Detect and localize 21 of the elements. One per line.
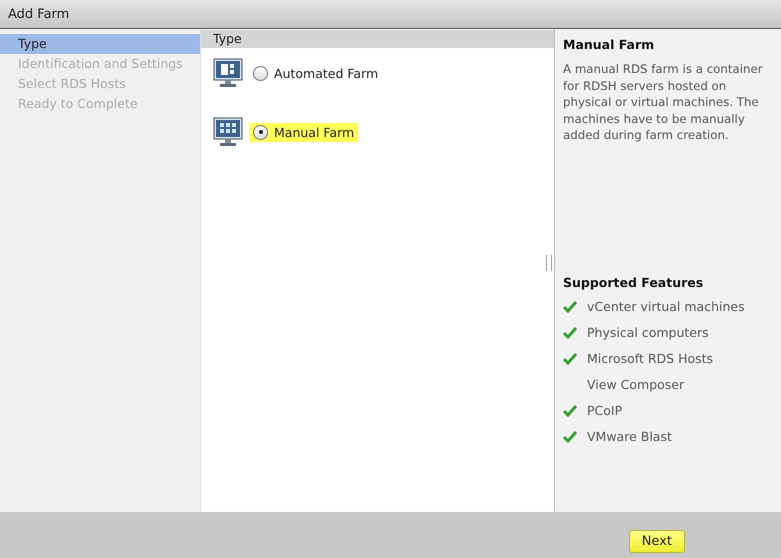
panel-header-title: Type [213, 31, 242, 46]
step-item: Select RDS Hosts [17, 75, 127, 93]
feature-label: Microsoft RDS Hosts [587, 351, 714, 366]
resize-handle[interactable] [546, 255, 552, 271]
step-item[interactable]: Type [0, 34, 200, 54]
monitor-icon [213, 58, 243, 88]
step-item: Ready to Complete [17, 95, 139, 113]
info-description: A manual RDS farm is a container for RDSH servers hosted on physical or virtual machines. The machines have to be manually added during farm creation. [563, 61, 764, 144]
feature-label: PCoIP [587, 403, 622, 418]
monitor-icon [213, 117, 243, 147]
feature-label: vCenter virtual machines [587, 299, 745, 314]
feature-label: Physical computers [587, 325, 709, 340]
next-button[interactable]: Next [628, 530, 685, 553]
feature-label: View Composer [587, 377, 684, 392]
feature-label: VMware Blast [587, 429, 672, 444]
farm-type-radio[interactable]: Automated Farm [249, 64, 382, 82]
farm-type-radio[interactable]: Manual Farm [249, 122, 358, 142]
features-title: Supported Features [563, 274, 704, 290]
info-title: Manual Farm [563, 37, 656, 52]
step-item: Identification and Settings [17, 55, 184, 73]
window-title: Add Farm [8, 6, 70, 22]
